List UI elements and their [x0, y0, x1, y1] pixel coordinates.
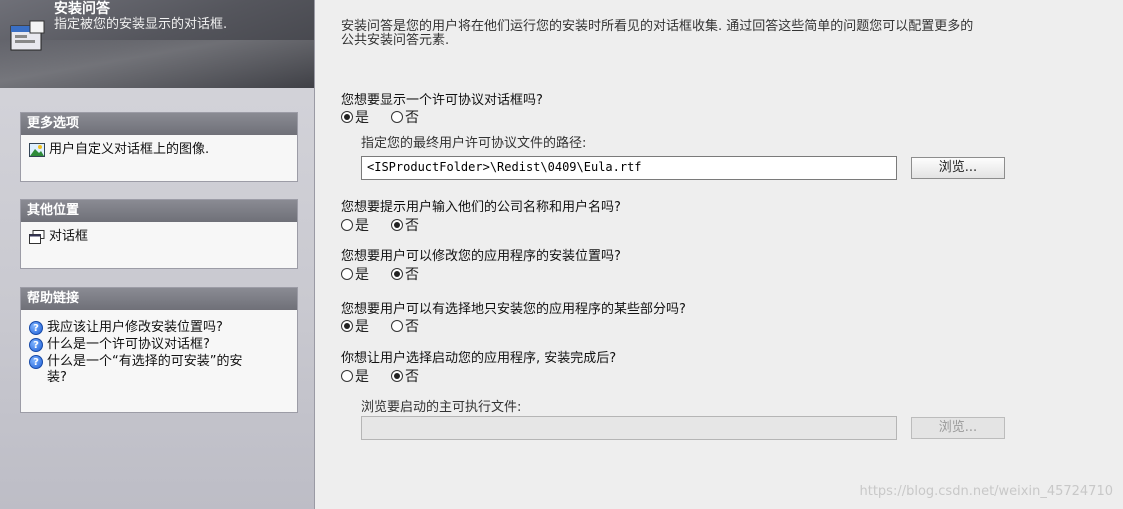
radio-label: 否 — [405, 110, 419, 126]
radio-dot — [341, 219, 353, 231]
question-license-dialog: 您想要显示一个许可协议对话框吗? — [341, 93, 543, 108]
radio-dot — [391, 320, 403, 332]
launch-app-no-radio[interactable]: 否 — [391, 366, 419, 386]
main-content: 安装问答是您的用户将在他们运行您的安装时所看见的对话框收集. 通过回答这些简单的… — [315, 0, 1123, 509]
panel-title: 其他位置 — [21, 200, 297, 222]
custom-dialog-image-link[interactable]: 用户自定义对话框上的图像. — [29, 142, 289, 158]
install-location-radio-group: 是 否 — [341, 264, 419, 284]
selective-install-yes-radio[interactable]: 是 — [341, 316, 369, 336]
help-link-label: 什么是一个“有选择的可安装”的安装? — [47, 354, 243, 385]
radio-label: 是 — [355, 110, 369, 126]
help-link-label: 什么是一个许可协议对话框? — [47, 337, 210, 352]
launch-app-yes-radio[interactable]: 是 — [341, 366, 369, 386]
watermark: https://blog.csdn.net/weixin_45724710 — [859, 484, 1113, 499]
banner-shine — [0, 40, 314, 88]
sidebar: 安装问答 指定被您的安装显示的对话框. 更多选项 用户自定义对话框上的图像. 其… — [0, 0, 315, 509]
banner-title: 安装问答 — [54, 1, 110, 17]
radio-label: 是 — [355, 218, 369, 234]
radio-label: 否 — [405, 319, 419, 335]
radio-dot — [391, 111, 403, 123]
company-username-yes-radio[interactable]: 是 — [341, 215, 369, 235]
license-path-label: 指定您的最终用户许可协议文件的路径: — [361, 136, 587, 151]
radio-label: 否 — [405, 267, 419, 283]
radio-dot — [341, 320, 353, 332]
panel-title: 更多选项 — [21, 113, 297, 135]
install-wizard-window: 安装问答 指定被您的安装显示的对话框. 更多选项 用户自定义对话框上的图像. 其… — [0, 0, 1123, 509]
launch-exe-label: 浏览要启动的主可执行文件: — [361, 400, 522, 415]
installer-window-icon — [10, 20, 45, 51]
radio-label: 否 — [405, 369, 419, 385]
help-icon: ? — [29, 321, 43, 335]
help-link-label: 我应该让用户修改安装位置吗? — [47, 320, 223, 335]
radio-label: 是 — [355, 369, 369, 385]
selective-install-radio-group: 是 否 — [341, 316, 419, 336]
intro-text: 安装问答是您的用户将在他们运行您的安装时所看见的对话框收集. 通过回答这些简单的… — [341, 19, 974, 48]
help-link-selective-install[interactable]: ? 什么是一个“有选择的可安装”的安装? — [29, 354, 289, 386]
help-icon: ? — [29, 355, 43, 369]
banner: 安装问答 指定被您的安装显示的对话框. — [0, 0, 314, 88]
launch-exe-browse-button[interactable]: 浏览... — [911, 417, 1005, 439]
radio-dot — [341, 268, 353, 280]
radio-dot — [341, 370, 353, 382]
help-link-install-location[interactable]: ? 我应该让用户修改安装位置吗? — [29, 320, 289, 336]
install-location-yes-radio[interactable]: 是 — [341, 264, 369, 284]
panel-title: 帮助链接 — [21, 288, 297, 310]
help-icon: ? — [29, 338, 43, 352]
license-browse-button[interactable]: 浏览... — [911, 157, 1005, 179]
help-link-license-dialog[interactable]: ? 什么是一个许可协议对话框? — [29, 337, 289, 353]
question-selective-install: 您想要用户可以有选择地只安装您的应用程序的某些部分吗? — [341, 302, 686, 317]
custom-dialog-image-label: 用户自定义对话框上的图像. — [49, 142, 210, 157]
company-username-no-radio[interactable]: 否 — [391, 215, 419, 235]
radio-label: 是 — [355, 267, 369, 283]
dialogs-link[interactable]: 对话框 — [29, 229, 289, 245]
question-install-location: 您想要用户可以修改您的应用程序的安装位置吗? — [341, 249, 621, 264]
launch-exe-input[interactable] — [361, 416, 897, 440]
image-icon — [29, 143, 45, 157]
radio-dot — [391, 268, 403, 280]
dialogs-label: 对话框 — [49, 229, 89, 244]
radio-dot — [391, 219, 403, 231]
license-dialog-radio-group: 是 否 — [341, 107, 419, 127]
other-locations-panel: 其他位置 对话框 — [20, 199, 298, 269]
radio-dot — [391, 370, 403, 382]
company-username-radio-group: 是 否 — [341, 215, 419, 235]
license-dialog-yes-radio[interactable]: 是 — [341, 107, 369, 127]
selective-install-no-radio[interactable]: 否 — [391, 316, 419, 336]
radio-label: 是 — [355, 319, 369, 335]
license-path-input[interactable]: <ISProductFolder>\Redist\0409\Eula.rtf — [361, 156, 897, 180]
install-location-no-radio[interactable]: 否 — [391, 264, 419, 284]
question-company-username: 您想要提示用户输入他们的公司名称和用户名吗? — [341, 200, 621, 215]
launch-app-radio-group: 是 否 — [341, 366, 419, 386]
license-dialog-no-radio[interactable]: 否 — [391, 107, 419, 127]
radio-dot — [341, 111, 353, 123]
help-links-panel: 帮助链接 ? 我应该让用户修改安装位置吗? ? 什么是一个许可协议对话框? ? … — [20, 287, 298, 413]
banner-subtitle: 指定被您的安装显示的对话框. — [54, 17, 228, 32]
more-options-panel: 更多选项 用户自定义对话框上的图像. — [20, 112, 298, 182]
dialog-icon — [29, 230, 45, 244]
radio-label: 否 — [405, 218, 419, 234]
question-launch-app: 你想让用户选择启动您的应用程序, 安装完成后? — [341, 351, 617, 366]
